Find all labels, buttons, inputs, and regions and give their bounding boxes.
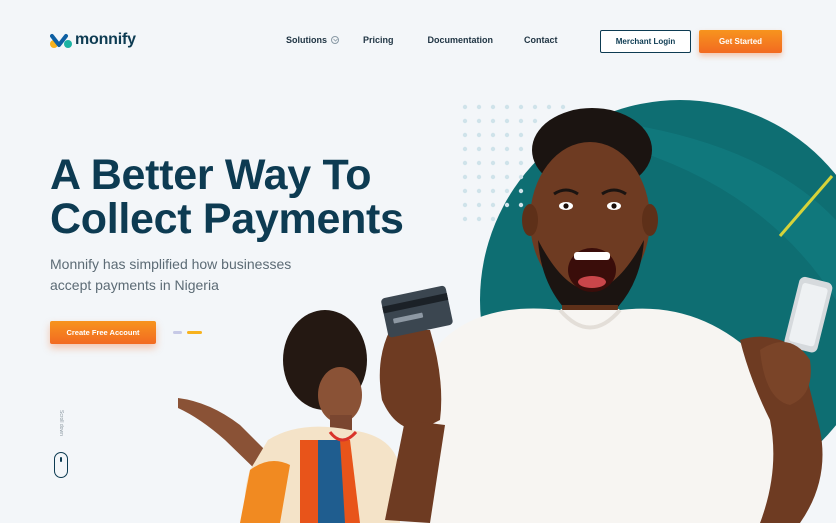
scroll-down-label: Scroll down — [58, 410, 64, 436]
hero-headline-line1: A Better Way To — [50, 151, 372, 199]
hero-headline: A Better Way To Collect Payments — [50, 153, 470, 241]
hero-subtext: Monnify has simplified how businesses ac… — [50, 254, 320, 296]
monnify-logo-icon — [50, 31, 72, 49]
slider-dot-1[interactable] — [173, 331, 182, 334]
nav-item-solutions[interactable]: Solutions — [286, 35, 339, 45]
get-started-button[interactable]: Get Started — [699, 30, 782, 53]
nav-item-label: Solutions — [286, 35, 327, 45]
hero-dot-grid — [462, 104, 566, 222]
brand-logo[interactable]: monnify — [50, 31, 136, 49]
slider-dot-2-active[interactable] — [187, 331, 202, 334]
merchant-login-button[interactable]: Merchant Login — [600, 30, 691, 53]
hero-headline-line2: Collect Payments — [50, 195, 404, 243]
hero-subtext-line1: Monnify has simplified how businesses — [50, 256, 292, 272]
hero-teal-circle — [480, 100, 836, 500]
nav-item-contact[interactable]: Contact — [524, 35, 558, 45]
hero-subtext-line2: accept payments in Nigeria — [50, 277, 219, 293]
nav-item-documentation[interactable]: Documentation — [428, 35, 494, 45]
main-nav: Solutions Pricing Documentation Contact — [286, 35, 558, 45]
hero-slider-indicator — [173, 331, 202, 334]
hero-teal-accent — [600, 120, 836, 300]
chevron-down-icon — [331, 36, 339, 44]
hero-yellow-line — [778, 175, 834, 237]
create-free-account-button[interactable]: Create Free Account — [50, 321, 156, 344]
hero-woman-figure — [178, 310, 400, 523]
mouse-scroll-icon[interactable] — [54, 452, 68, 478]
brand-name: monnify — [75, 31, 136, 48]
nav-item-pricing[interactable]: Pricing — [363, 35, 394, 45]
